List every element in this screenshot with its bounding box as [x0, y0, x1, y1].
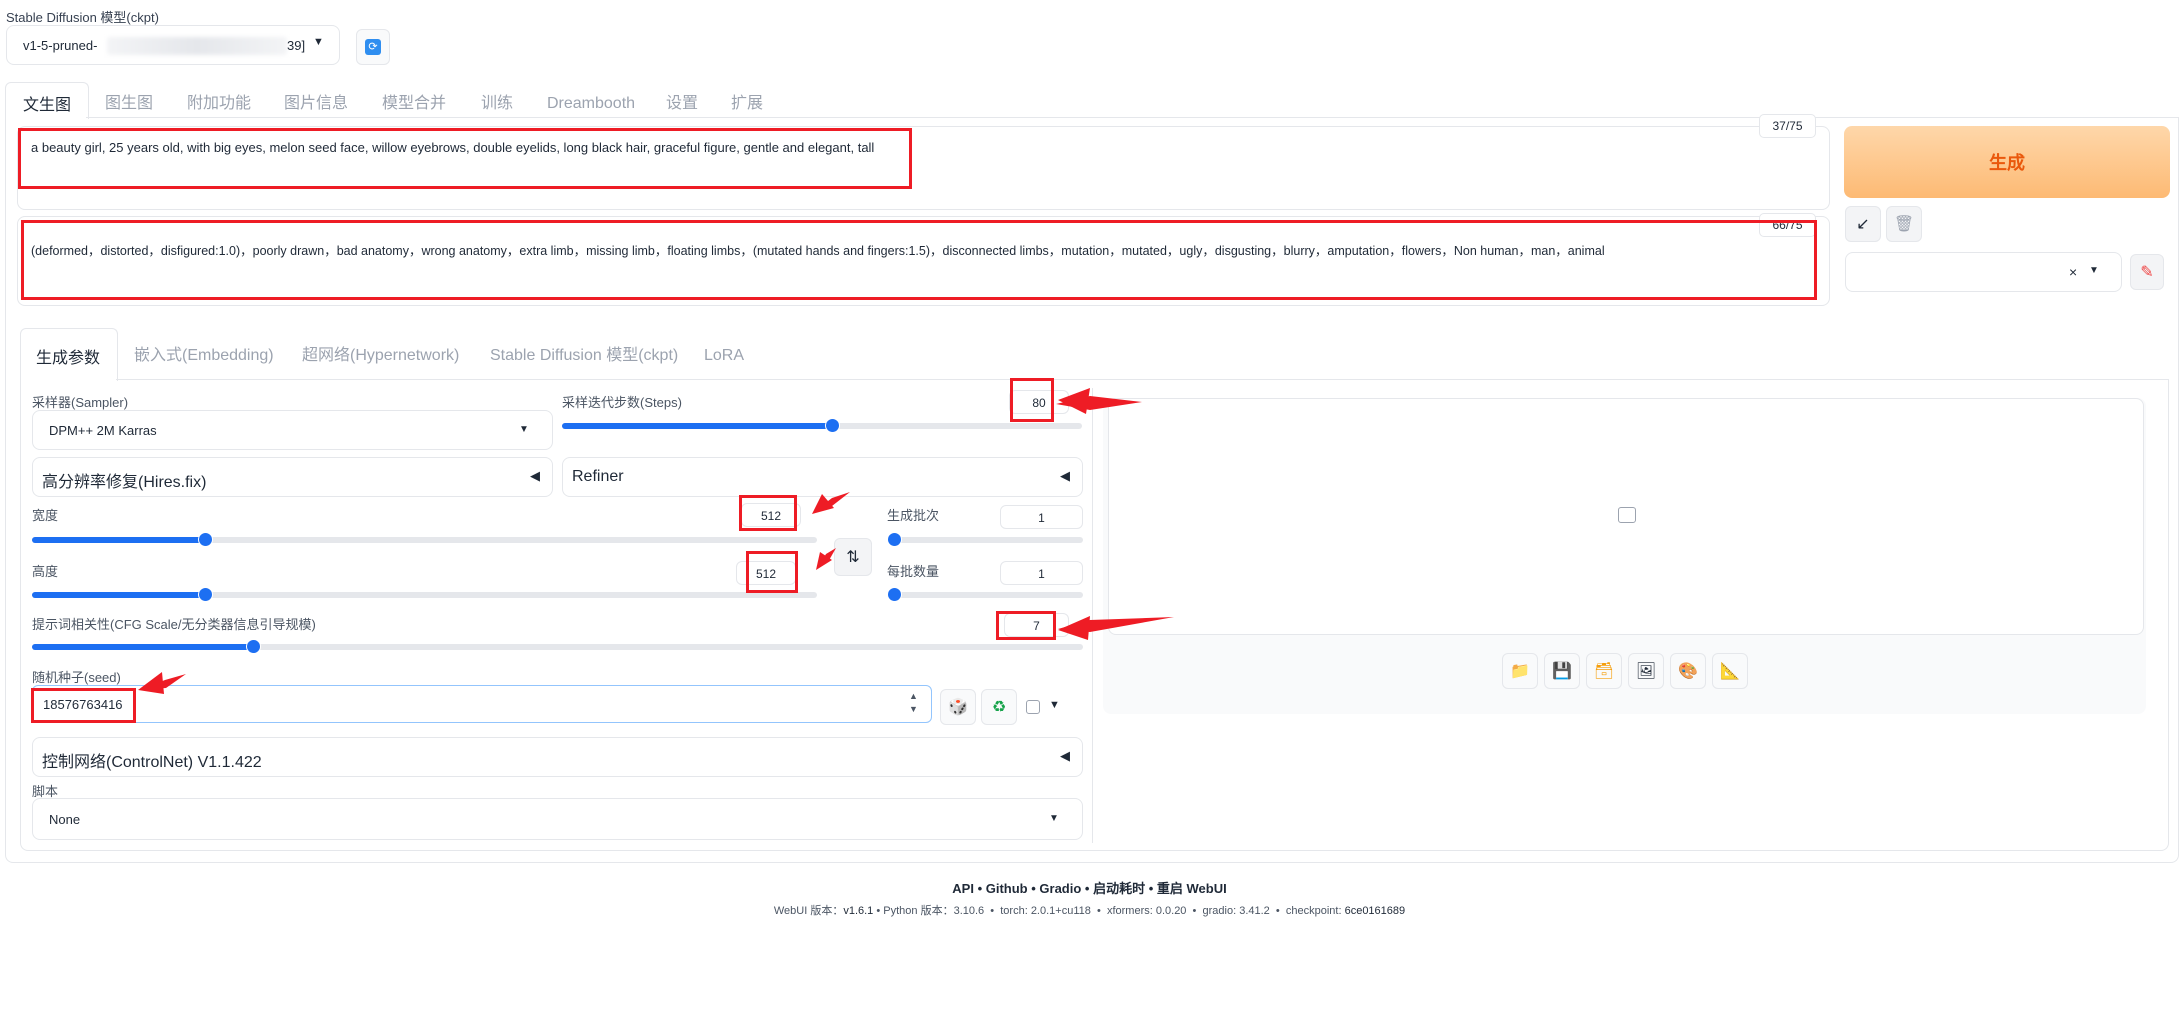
annotation-arrows — [138, 388, 1174, 694]
footer-link-github[interactable]: Github — [986, 881, 1028, 896]
python-version: 3.10.6 — [953, 905, 985, 917]
xformers-version: xformers: 0.0.20 — [1106, 905, 1187, 917]
webui-version-label: WebUI 版本： — [773, 905, 844, 917]
footer-link-startup[interactable]: 启动耗时 — [1093, 881, 1145, 896]
footer-link-reload[interactable]: 重启 WebUI — [1157, 881, 1227, 896]
footer-link-api[interactable]: API — [952, 881, 974, 896]
checkpoint-hash: 6ce0161689 — [1344, 905, 1406, 917]
checkpoint-hash-label: checkpoint: — [1285, 905, 1345, 917]
python-version-label: Python 版本： — [883, 905, 954, 917]
footer-links: API • Github • Gradio • 启动耗时 • 重启 WebUI — [952, 881, 1227, 896]
footer-link-gradio[interactable]: Gradio — [1039, 881, 1081, 896]
torch-version: torch: 2.0.1+cu118 — [1000, 905, 1091, 917]
webui-version: v1.6.1 — [843, 905, 874, 917]
gradio-version: gradio: 3.41.2 — [1202, 905, 1270, 917]
footer-versions: WebUI 版本：v1.6.1 • Python 版本：3.10.6 • tor… — [773, 905, 1406, 917]
